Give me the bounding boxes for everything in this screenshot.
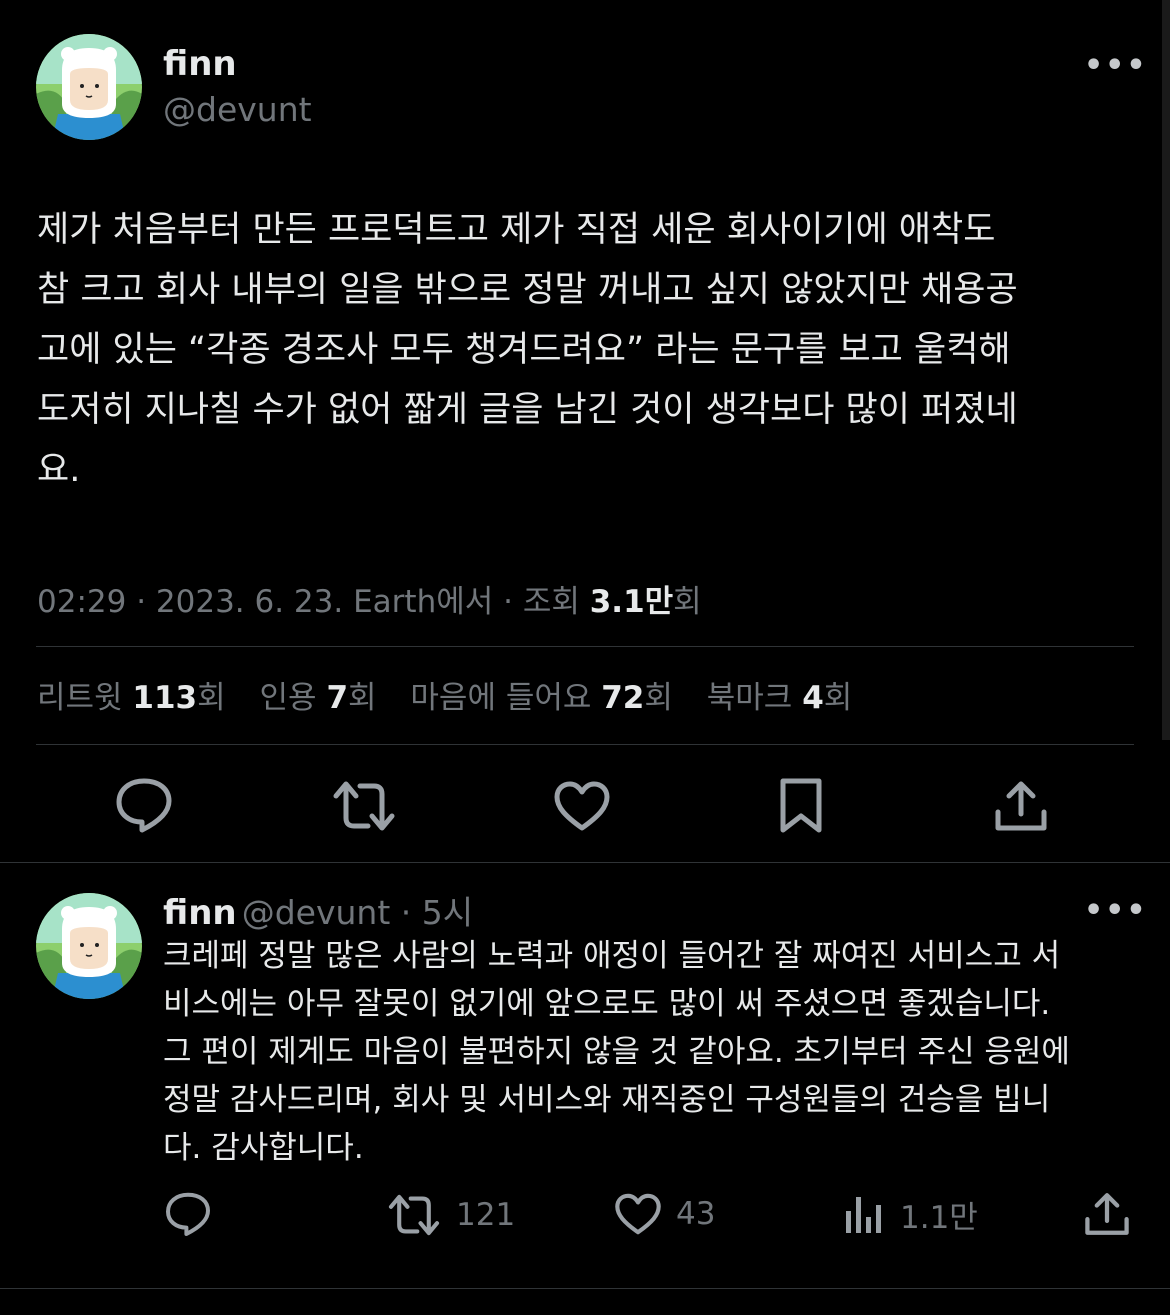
tweet-text-line: 제가 처음부터 만든 프로덕트고 제가 직접 세운 회사이기에 애착도: [37, 210, 996, 250]
reply-retweet-button[interactable]: 121: [386, 1192, 515, 1238]
divider: [0, 862, 1170, 863]
stat-retweets[interactable]: 리트윗 113회: [37, 680, 226, 716]
scrollbar-track[interactable]: [1162, 0, 1170, 740]
stat-label: 마음에 들어요: [410, 680, 602, 716]
reply-text-line: 그 편이 제게도 마음이 불편하지 않을 것 같아요. 초기부터 주신 응원에: [163, 1034, 1070, 1070]
divider: [0, 1288, 1170, 1289]
like-count: 43: [676, 1196, 716, 1232]
avatar[interactable]: [36, 893, 142, 999]
more-options-icon[interactable]: •••: [1084, 48, 1148, 83]
tweet-text-line: 고에 있는 “각종 경조사 모두 챙겨드려요” 라는 문구를 보고 울컥해: [37, 330, 1011, 370]
like-icon[interactable]: [553, 780, 611, 832]
engagement-stats: 리트윗 113회 인용 7회 마음에 들어요 72회 북마크 4회: [37, 672, 876, 717]
reply-author-handle[interactable]: @devunt: [242, 893, 391, 932]
stat-likes[interactable]: 마음에 들어요 72회: [410, 680, 673, 716]
reply-like-button[interactable]: 43: [614, 1192, 715, 1236]
view-suffix: 회: [673, 584, 702, 620]
like-icon: [615, 1193, 661, 1235]
reply-reply-button[interactable]: [164, 1190, 212, 1238]
bookmark-icon[interactable]: [778, 776, 824, 836]
retweet-icon: [388, 1194, 440, 1236]
views-icon: [846, 1196, 881, 1233]
stat-bookmarks[interactable]: 북마크 4회: [707, 680, 853, 716]
retweet-count: 121: [456, 1197, 516, 1233]
retweet-icon[interactable]: [330, 778, 398, 834]
share-icon: [1085, 1193, 1129, 1235]
tweet-text-line: 참 크고 회사 내부의 일을 밖으로 정말 꺼내고 싶지 않았지만 채용공: [37, 270, 1018, 310]
stat-suffix: 회: [348, 680, 377, 716]
divider: [36, 646, 1134, 647]
reply-text-line: 비스에는 아무 잘못이 없기에 앞으로도 많이 써 주셨으면 좋겠습니다.: [163, 986, 1051, 1022]
more-options-icon[interactable]: •••: [1084, 893, 1148, 928]
author-name[interactable]: finn: [163, 44, 237, 84]
reply-text-line: 정말 감사드리며, 회사 및 서비스와 재직중인 구성원들의 건승을 빕니: [163, 1082, 1051, 1118]
reply-text-line: 다. 감사합니다.: [163, 1130, 364, 1166]
view-count: 1.1만: [900, 1200, 978, 1236]
reply-header: finn @devunt · 5시: [163, 886, 473, 934]
avatar[interactable]: [36, 34, 142, 140]
reply-icon[interactable]: [114, 776, 174, 834]
stat-suffix: 회: [197, 680, 226, 716]
reply-text-line: 크레페 정말 많은 사람의 노력과 애정이 들어간 잘 짜여진 서비스고 서: [163, 938, 1061, 974]
stat-label: 인용: [259, 680, 327, 716]
stat-value: 113: [132, 680, 198, 716]
stat-label: 북마크: [706, 680, 803, 716]
divider: [36, 744, 1134, 745]
reply-share-button[interactable]: [1084, 1190, 1130, 1238]
stat-label: 리트윗: [37, 680, 133, 716]
stat-value: 7: [326, 680, 349, 716]
stat-suffix: 회: [644, 680, 673, 716]
author-handle[interactable]: @devunt: [163, 90, 312, 129]
tweet-meta: 02:29 · 2023. 6. 23. Earth에서 · 조회 3.1만회: [37, 576, 702, 621]
reply-text: 크레페 정말 많은 사람의 노력과 애정이 들어간 잘 짜여진 서비스고 서 비…: [163, 932, 1143, 1172]
stat-value: 72: [601, 680, 645, 716]
tweet-text: 제가 처음부터 만든 프로덕트고 제가 직접 세운 회사이기에 애착도 참 크고…: [37, 200, 1127, 500]
tweet-timestamp[interactable]: 02:29 · 2023. 6. 23. Earth에서 · 조회: [37, 584, 590, 620]
reply-views-button[interactable]: 1.1만: [842, 1192, 978, 1237]
stat-suffix: 회: [823, 680, 853, 716]
reply-icon: [166, 1192, 210, 1236]
view-count: 3.1만: [589, 584, 674, 620]
share-icon[interactable]: [994, 778, 1048, 834]
stat-quotes[interactable]: 인용 7회: [260, 680, 377, 716]
stat-value: 4: [802, 680, 824, 716]
reply-author-name[interactable]: finn: [163, 893, 237, 933]
reply-time[interactable]: · 5시: [390, 893, 473, 932]
tweet-text-line: 요.: [37, 450, 81, 490]
tweet-text-line: 도저히 지나칠 수가 없어 짧게 글을 남긴 것이 생각보다 많이 퍼졌네: [37, 390, 1018, 430]
